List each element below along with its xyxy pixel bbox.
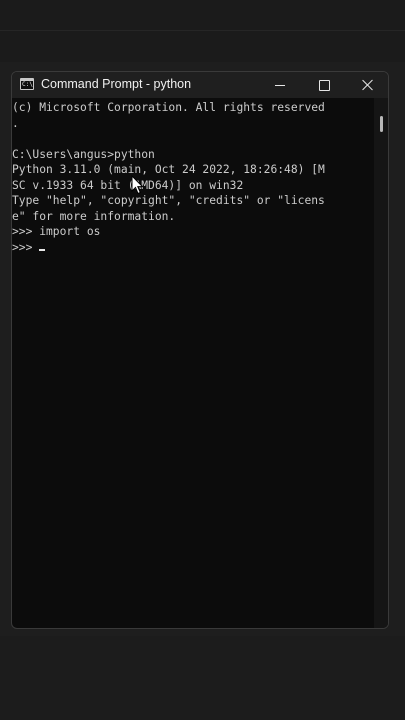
console-line: e" for more information. (12, 209, 176, 223)
command-prompt-icon: C:\ (20, 78, 34, 90)
console-line: C:\Users\angus>python (12, 147, 155, 161)
console-line: Python 3.11.0 (main, Oct 24 2022, 18:26:… (12, 163, 325, 176)
title-bar[interactable]: C:\ Command Prompt - python (12, 72, 388, 98)
maximize-icon (318, 79, 330, 91)
command-prompt-window[interactable]: C:\ Command Prompt - python (c) Microsof… (11, 71, 389, 629)
maximize-button[interactable] (302, 72, 346, 98)
console-line: (c) Microsoft Corporation. All rights re… (12, 101, 325, 114)
close-icon (362, 79, 374, 91)
close-button[interactable] (346, 72, 388, 98)
background-bottom (0, 636, 405, 720)
console-prompt: >>> (12, 240, 40, 254)
text-cursor (39, 248, 46, 251)
console-line: SC v.1933 64 bit (AMD64)] on win32 (12, 178, 244, 192)
background-divider (0, 30, 405, 31)
console-line: . (12, 116, 19, 130)
vertical-scrollbar[interactable] (374, 98, 388, 628)
background-top (0, 0, 405, 62)
console-output[interactable]: (c) Microsoft Corporation. All rights re… (12, 98, 374, 628)
minimize-icon (275, 84, 285, 86)
console-line: >>> import os (12, 225, 101, 238)
scrollbar-thumb[interactable] (380, 116, 383, 132)
app-icon-text: C:\ (22, 81, 33, 88)
console-prompt-line[interactable]: >>> (12, 240, 374, 256)
mouse-pointer-icon (131, 175, 144, 195)
window-title: Command Prompt - python (41, 77, 192, 91)
minimize-button[interactable] (258, 72, 302, 98)
console-line: Type "help", "copyright", "credits" or "… (12, 194, 325, 207)
